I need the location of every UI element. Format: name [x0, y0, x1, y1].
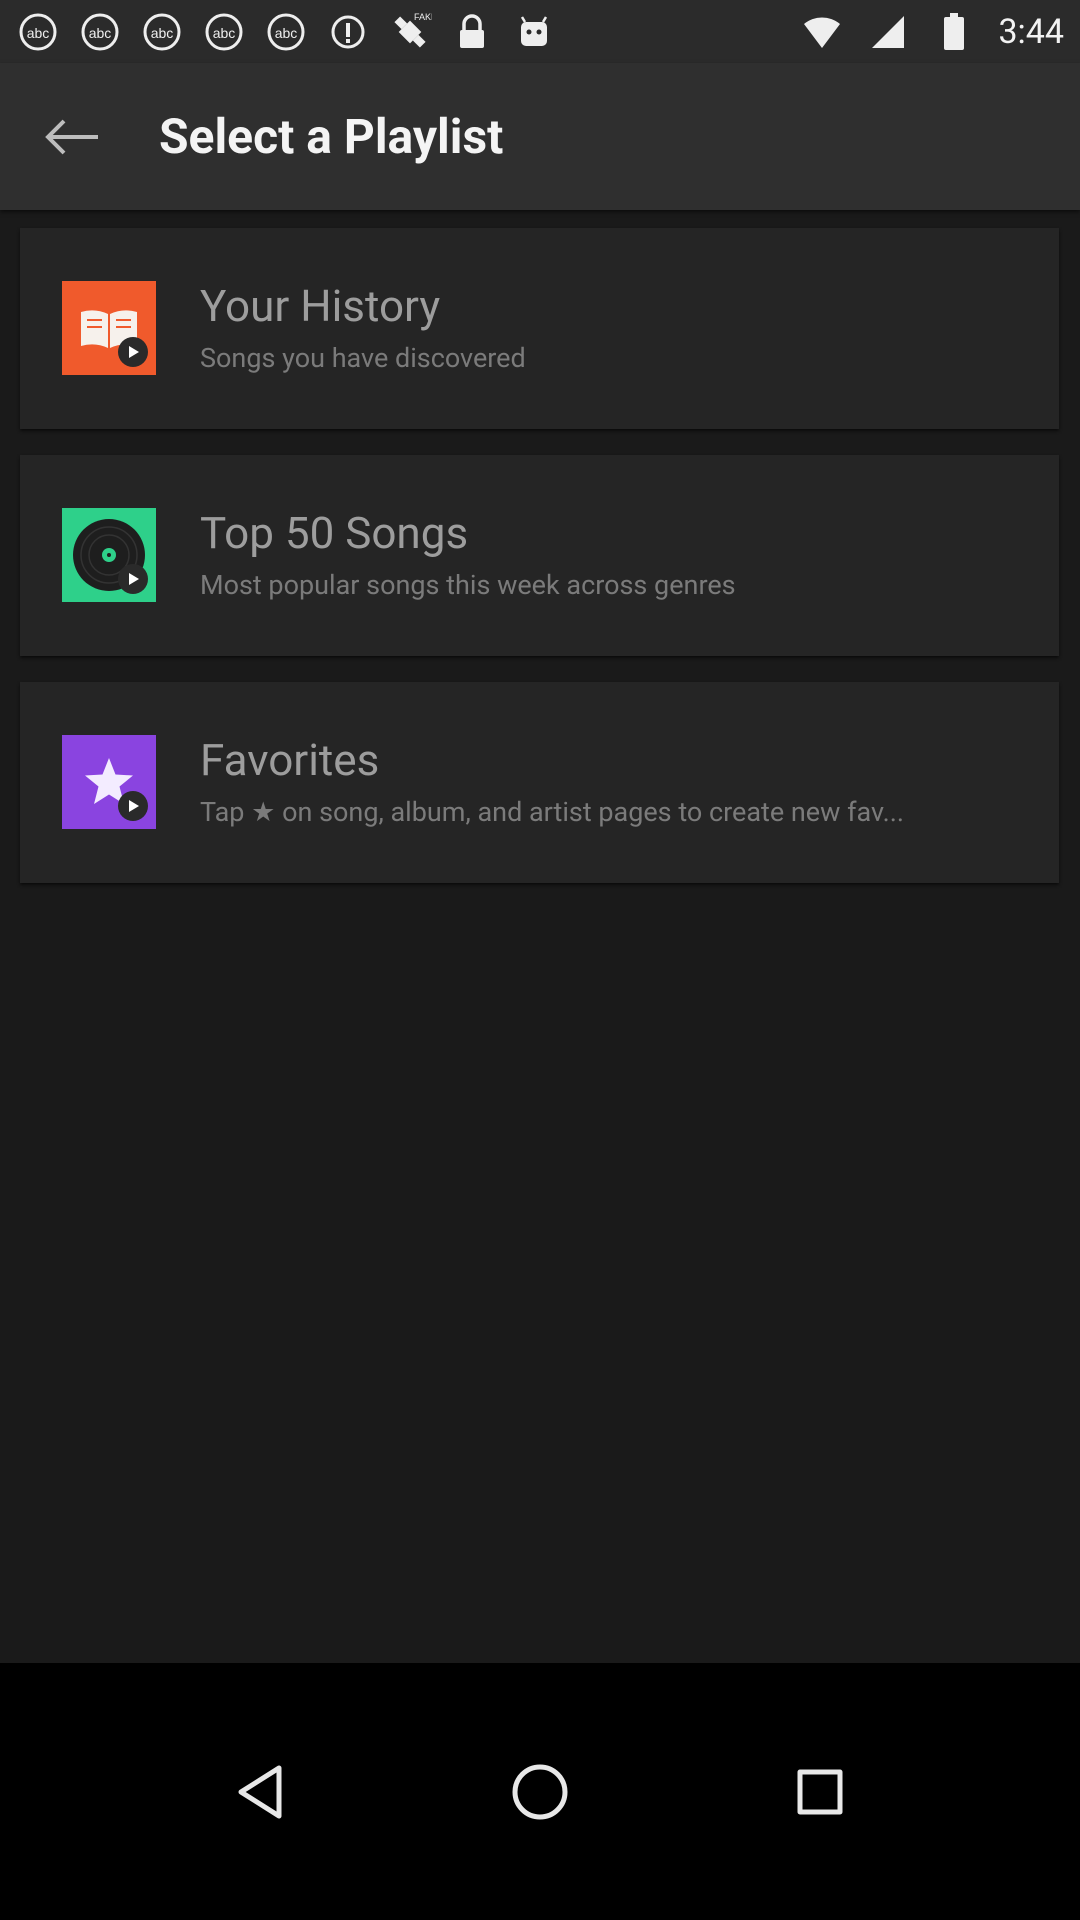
svg-text:abc: abc — [27, 25, 50, 41]
playlist-list: Your History Songs you have discovered T… — [20, 228, 1059, 909]
back-triangle-icon — [238, 1765, 282, 1818]
playlist-item-top-50-songs[interactable]: Top 50 Songs Most popular songs this wee… — [20, 455, 1059, 656]
wifi-icon — [800, 10, 844, 54]
play-icon — [118, 791, 148, 821]
nav-home-button[interactable] — [495, 1747, 585, 1837]
app-bar: Select a Playlist — [0, 63, 1080, 210]
playlist-thumbnail — [62, 508, 156, 602]
playlist-item-your-history[interactable]: Your History Songs you have discovered — [20, 228, 1059, 429]
page-title: Select a Playlist — [159, 108, 504, 165]
system-nav-bar — [0, 1663, 1080, 1920]
playlist-item-favorites[interactable]: Favorites Tap ★ on song, album, and arti… — [20, 682, 1059, 883]
svg-text:abc: abc — [89, 25, 112, 41]
svg-text:FAKE: FAKE — [414, 12, 432, 22]
playlist-title: Top 50 Songs — [200, 507, 469, 559]
abc-news-icon: abc — [264, 10, 308, 54]
status-time: 3:44 — [998, 11, 1064, 52]
nav-recents-button[interactable] — [775, 1747, 865, 1837]
recents-square-icon — [797, 1769, 843, 1814]
play-icon — [118, 564, 148, 594]
playlist-subtitle: Most popular songs this week across genr… — [200, 569, 736, 601]
playlist-subtitle: Tap ★ on song, album, and artist pages t… — [200, 796, 904, 828]
abc-news-icon: abc — [16, 10, 60, 54]
back-button[interactable] — [22, 87, 122, 187]
playlist-title: Favorites — [200, 734, 380, 786]
playlist-thumbnail — [62, 735, 156, 829]
playlist-subtitle: Songs you have discovered — [200, 342, 526, 374]
fake-gps-icon: FAKE — [388, 10, 432, 54]
svg-text:abc: abc — [151, 25, 174, 41]
playlist-thumbnail — [62, 281, 156, 375]
info-icon — [326, 10, 370, 54]
play-icon — [118, 337, 148, 367]
svg-text:abc: abc — [213, 25, 236, 41]
home-circle-icon — [512, 1764, 568, 1819]
lock-icon — [450, 10, 494, 54]
arrow-left-icon — [45, 119, 98, 154]
svg-text:abc: abc — [275, 25, 298, 41]
cell-signal-icon — [866, 10, 910, 54]
abc-news-icon: abc — [78, 10, 122, 54]
status-bar: abc abc abc abc abc FAKE — [0, 0, 1080, 63]
abc-news-icon: abc — [202, 10, 246, 54]
android-icon — [512, 10, 556, 54]
abc-news-icon: abc — [140, 10, 184, 54]
nav-back-button[interactable] — [215, 1747, 305, 1837]
playlist-title: Your History — [200, 280, 441, 332]
battery-icon — [932, 10, 976, 54]
